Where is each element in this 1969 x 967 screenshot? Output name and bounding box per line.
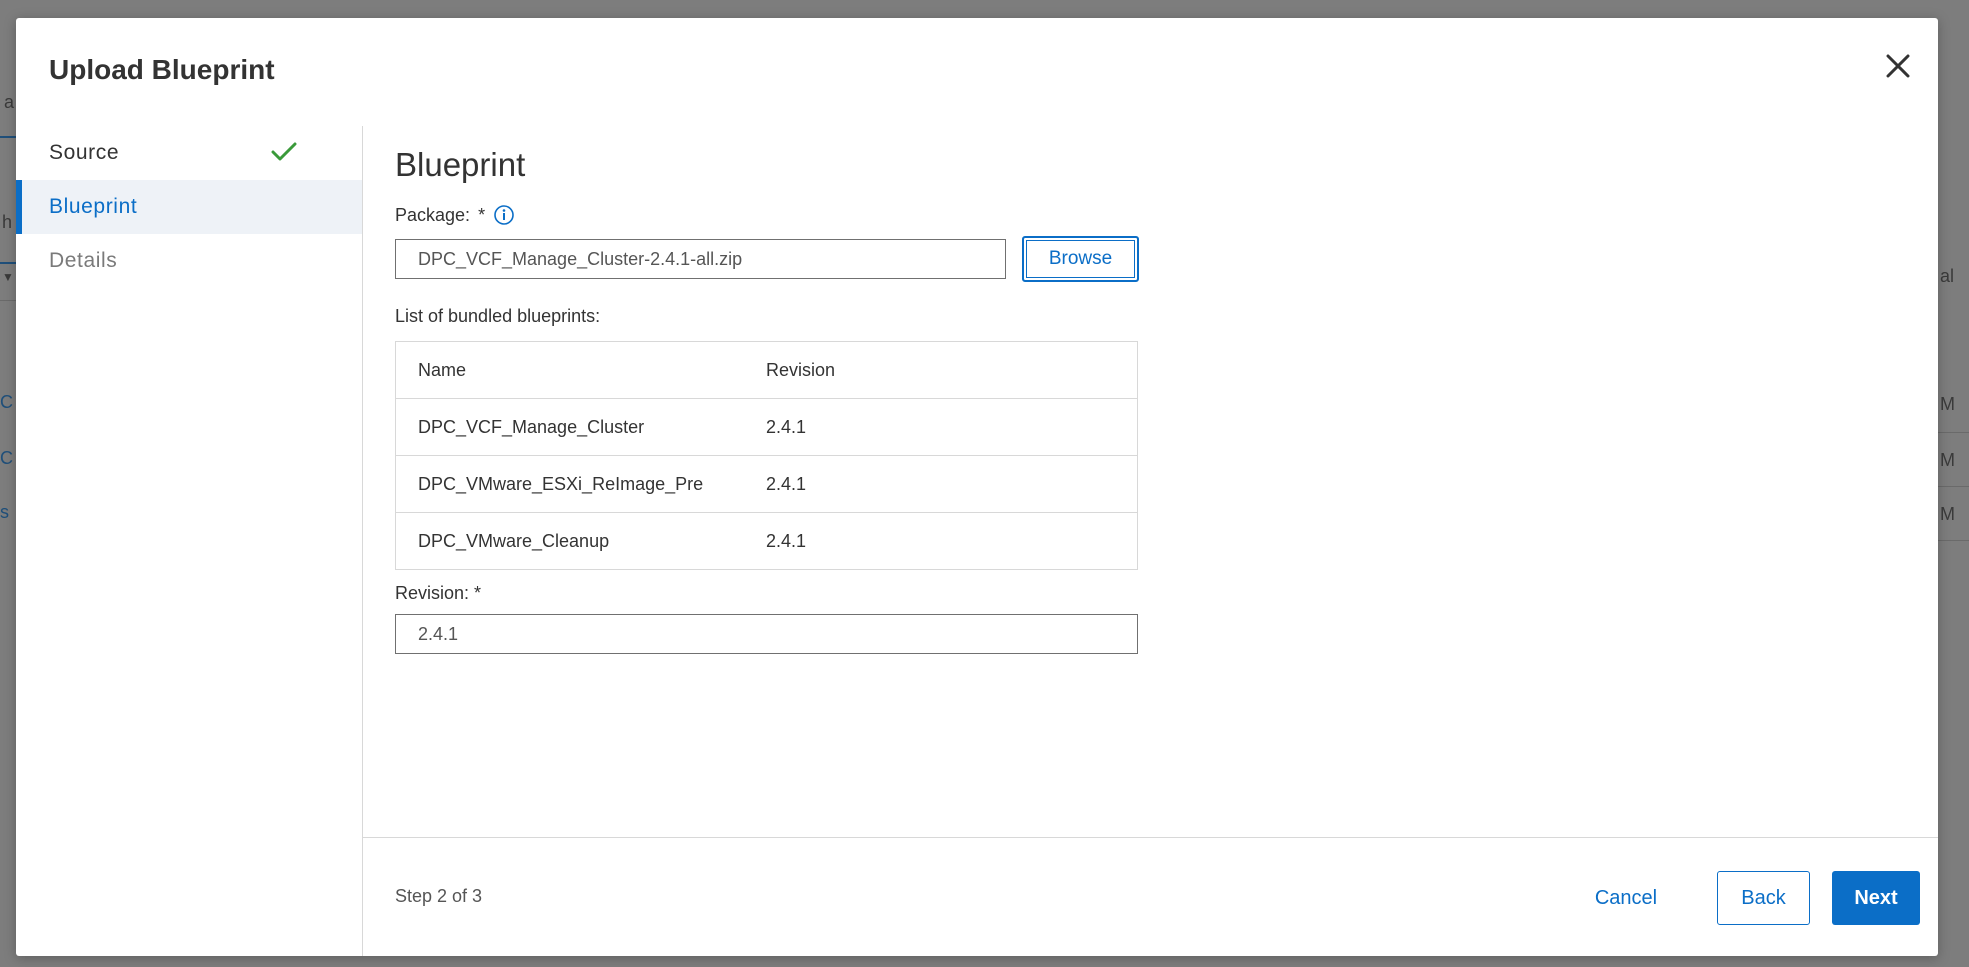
background-divider [1938, 432, 1969, 433]
step-counter: Step 2 of 3 [395, 886, 483, 906]
upload-blueprint-dialog: Upload Blueprint Source Blueprint Detail… [16, 18, 1938, 956]
table-header-row: Name Revision [395, 341, 1138, 399]
dialog-footer: Step 2 of 3 Cancel Back Next [362, 837, 1938, 956]
step-source[interactable]: Source [16, 126, 362, 180]
background-text: M [1940, 504, 1955, 524]
package-row: DPC_VCF_Manage_Cluster-2.4.1-all.zip Bro… [395, 236, 1395, 282]
wizard-content: Blueprint Package: * DPC_VCF_Manage_Clus… [395, 126, 1395, 654]
step-details: Details [16, 234, 362, 288]
background-divider [1938, 486, 1969, 487]
package-label: Package: * [395, 204, 1395, 226]
table-row: DPC_VMware_Cleanup 2.4.1 [395, 512, 1138, 570]
package-label-text: Package: [395, 204, 471, 225]
background-divider [1938, 540, 1969, 541]
back-button[interactable]: Back [1717, 871, 1810, 925]
background-divider [0, 136, 16, 138]
required-marker: * [478, 204, 486, 225]
blueprint-revision: 2.4.1 [766, 455, 1138, 513]
background-divider [0, 262, 16, 264]
table-row: DPC_VCF_Manage_Cluster 2.4.1 [395, 398, 1138, 456]
close-button[interactable] [1880, 48, 1916, 84]
background-text: a [4, 92, 15, 112]
background-caret-icon: ▼ [2, 270, 14, 284]
background-text: al [1940, 266, 1955, 286]
bundled-blueprints-label: List of bundled blueprints: [395, 306, 601, 326]
section-title: Blueprint [395, 146, 526, 183]
step-label: Blueprint [49, 195, 138, 218]
revision-label: Revision: * [395, 583, 482, 603]
bundled-blueprints-table: Name Revision DPC_VCF_Manage_Cluster 2.4… [395, 341, 1138, 570]
blueprint-name: DPC_VMware_Cleanup [395, 512, 766, 570]
background-link: C [0, 392, 13, 412]
background-link: C [0, 448, 13, 468]
step-blueprint[interactable]: Blueprint [16, 180, 362, 234]
background-text: M [1940, 450, 1955, 470]
step-label: Details [49, 249, 118, 272]
blueprint-revision: 2.4.1 [766, 398, 1138, 456]
cancel-button[interactable]: Cancel [1576, 871, 1676, 925]
blueprint-revision: 2.4.1 [766, 512, 1138, 570]
browse-button[interactable]: Browse [1022, 236, 1139, 282]
wizard-steps-sidebar: Source Blueprint Details [16, 126, 363, 956]
step-label: Source [49, 141, 120, 164]
table-row: DPC_VMware_ESXi_ReImage_Pre 2.4.1 [395, 455, 1138, 513]
blueprint-name: DPC_VCF_Manage_Cluster [395, 398, 766, 456]
dialog-title: Upload Blueprint [49, 54, 275, 85]
close-icon [1886, 54, 1910, 78]
blueprint-name: DPC_VMware_ESXi_ReImage_Pre [395, 455, 766, 513]
background-link: s [0, 502, 9, 522]
column-header-revision: Revision [766, 341, 1138, 399]
package-input[interactable]: DPC_VCF_Manage_Cluster-2.4.1-all.zip [395, 239, 1006, 279]
check-icon [271, 142, 297, 161]
column-header-name: Name [395, 341, 766, 399]
info-icon[interactable] [493, 204, 515, 226]
background-divider [0, 300, 16, 301]
background-text: h [2, 212, 13, 232]
next-button[interactable]: Next [1832, 871, 1920, 925]
revision-input[interactable]: 2.4.1 [395, 614, 1138, 654]
background-text: M [1940, 394, 1955, 414]
